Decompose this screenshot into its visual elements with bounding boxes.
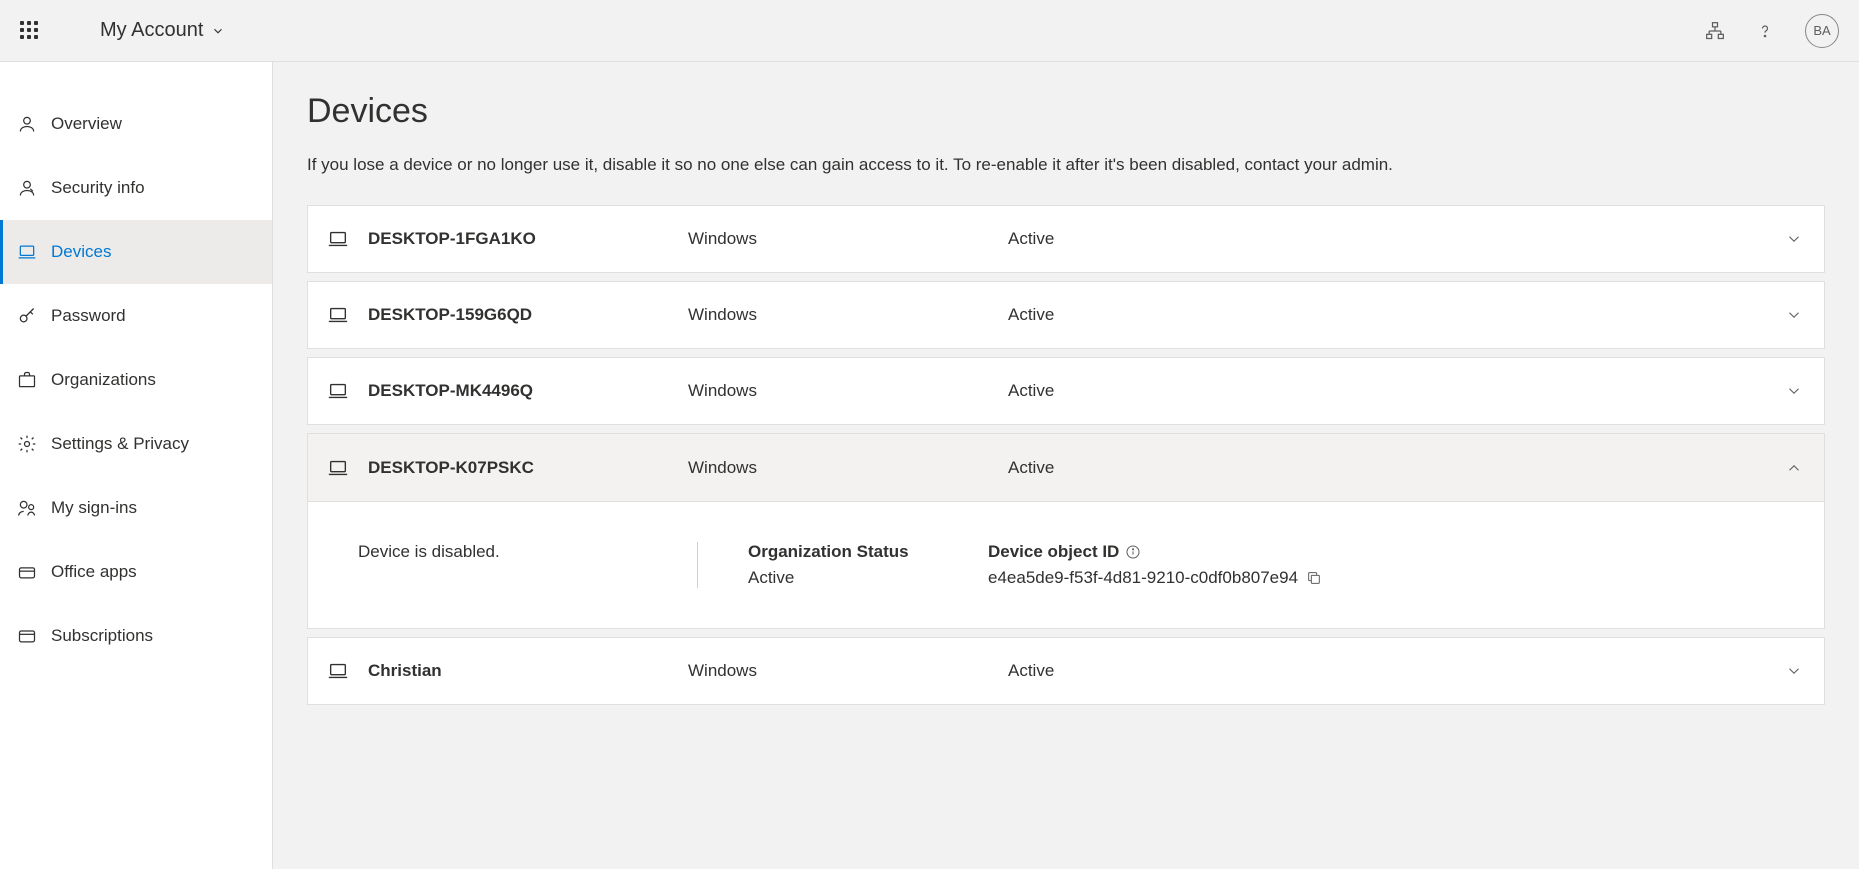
device-name: DESKTOP-1FGA1KO [368, 229, 688, 249]
org-status-value: Active [748, 568, 978, 588]
sidebar-item-security[interactable]: Security info [0, 156, 272, 220]
main-content: Devices If you lose a device or no longe… [273, 62, 1859, 869]
avatar[interactable]: BA [1805, 14, 1839, 48]
sidebar-item-subscriptions[interactable]: Subscriptions [0, 604, 272, 668]
sidebar-item-devices[interactable]: Devices [0, 220, 272, 284]
sidebar-item-password[interactable]: Password [0, 284, 272, 348]
signins-icon [17, 498, 37, 518]
sidebar-item-signins[interactable]: My sign-ins [0, 476, 272, 540]
device-status: Active [1008, 229, 1764, 249]
sidebar-item-label: Office apps [51, 562, 137, 582]
laptop-icon [308, 304, 368, 326]
chevron-up-icon [1764, 459, 1824, 477]
waffle-icon[interactable] [20, 21, 40, 41]
sidebar-item-organizations[interactable]: Organizations [0, 348, 272, 412]
sidebar-item-overview[interactable]: Overview [0, 92, 272, 156]
sidebar-item-label: Organizations [51, 370, 156, 390]
device-status: Active [1008, 458, 1764, 478]
device-name: Christian [368, 661, 688, 681]
gear-icon [17, 434, 37, 454]
card-icon [17, 626, 37, 646]
person-icon [17, 114, 37, 134]
chevron-down-icon [211, 24, 225, 38]
device-name: DESKTOP-MK4496Q [368, 381, 688, 401]
chevron-down-icon [1764, 306, 1824, 324]
device-disabled-text: Device is disabled. [358, 542, 667, 562]
sidebar-item-label: Password [51, 306, 126, 326]
sidebar-item-label: Devices [51, 242, 111, 262]
apps-icon [17, 562, 37, 582]
sidebar-item-label: Overview [51, 114, 122, 134]
security-icon [17, 178, 37, 198]
object-id-value: e4ea5de9-f53f-4d81-9210-c0df0b807e94 [988, 568, 1298, 588]
app-header: My Account BA [0, 0, 1859, 62]
device-row[interactable]: DESKTOP-1FGA1KO Windows Active [307, 205, 1825, 273]
app-title-label: My Account [100, 19, 203, 42]
key-icon [17, 306, 37, 326]
laptop-icon [308, 660, 368, 682]
page-description: If you lose a device or no longer use it… [307, 155, 1825, 175]
sidebar-item-label: Subscriptions [51, 626, 153, 646]
device-row[interactable]: Christian Windows Active [307, 637, 1825, 705]
device-details-panel: Device is disabled. Organization Status … [307, 501, 1825, 629]
sidebar-item-office[interactable]: Office apps [0, 540, 272, 604]
device-os: Windows [688, 381, 1008, 401]
device-row-expanded[interactable]: DESKTOP-K07PSKC Windows Active [307, 433, 1825, 501]
laptop-icon [308, 457, 368, 479]
chevron-down-icon [1764, 382, 1824, 400]
laptop-icon [308, 228, 368, 250]
sidebar-item-settings[interactable]: Settings & Privacy [0, 412, 272, 476]
org-status-label: Organization Status [748, 542, 978, 562]
help-icon[interactable] [1755, 21, 1775, 41]
copy-icon[interactable] [1306, 570, 1322, 586]
page-title: Devices [307, 92, 1825, 131]
chevron-down-icon [1764, 230, 1824, 248]
briefcase-icon [17, 370, 37, 390]
sidebar-item-label: Settings & Privacy [51, 434, 189, 454]
app-title-dropdown[interactable]: My Account [100, 19, 225, 42]
sitemap-icon[interactable] [1705, 21, 1725, 41]
device-row[interactable]: DESKTOP-MK4496Q Windows Active [307, 357, 1825, 425]
sidebar: Overview Security info Devices Password … [0, 62, 273, 869]
device-status: Active [1008, 381, 1764, 401]
device-name: DESKTOP-K07PSKC [368, 458, 688, 478]
device-os: Windows [688, 305, 1008, 325]
device-os: Windows [688, 229, 1008, 249]
device-status: Active [1008, 661, 1764, 681]
chevron-down-icon [1764, 662, 1824, 680]
device-row[interactable]: DESKTOP-159G6QD Windows Active [307, 281, 1825, 349]
device-os: Windows [688, 661, 1008, 681]
device-os: Windows [688, 458, 1008, 478]
object-id-label: Device object ID [988, 542, 1119, 562]
sidebar-item-label: Security info [51, 178, 145, 198]
laptop-icon [308, 380, 368, 402]
laptop-icon [17, 242, 37, 262]
info-icon[interactable] [1125, 544, 1141, 560]
sidebar-item-label: My sign-ins [51, 498, 137, 518]
device-name: DESKTOP-159G6QD [368, 305, 688, 325]
device-status: Active [1008, 305, 1764, 325]
avatar-initials: BA [1813, 23, 1830, 38]
